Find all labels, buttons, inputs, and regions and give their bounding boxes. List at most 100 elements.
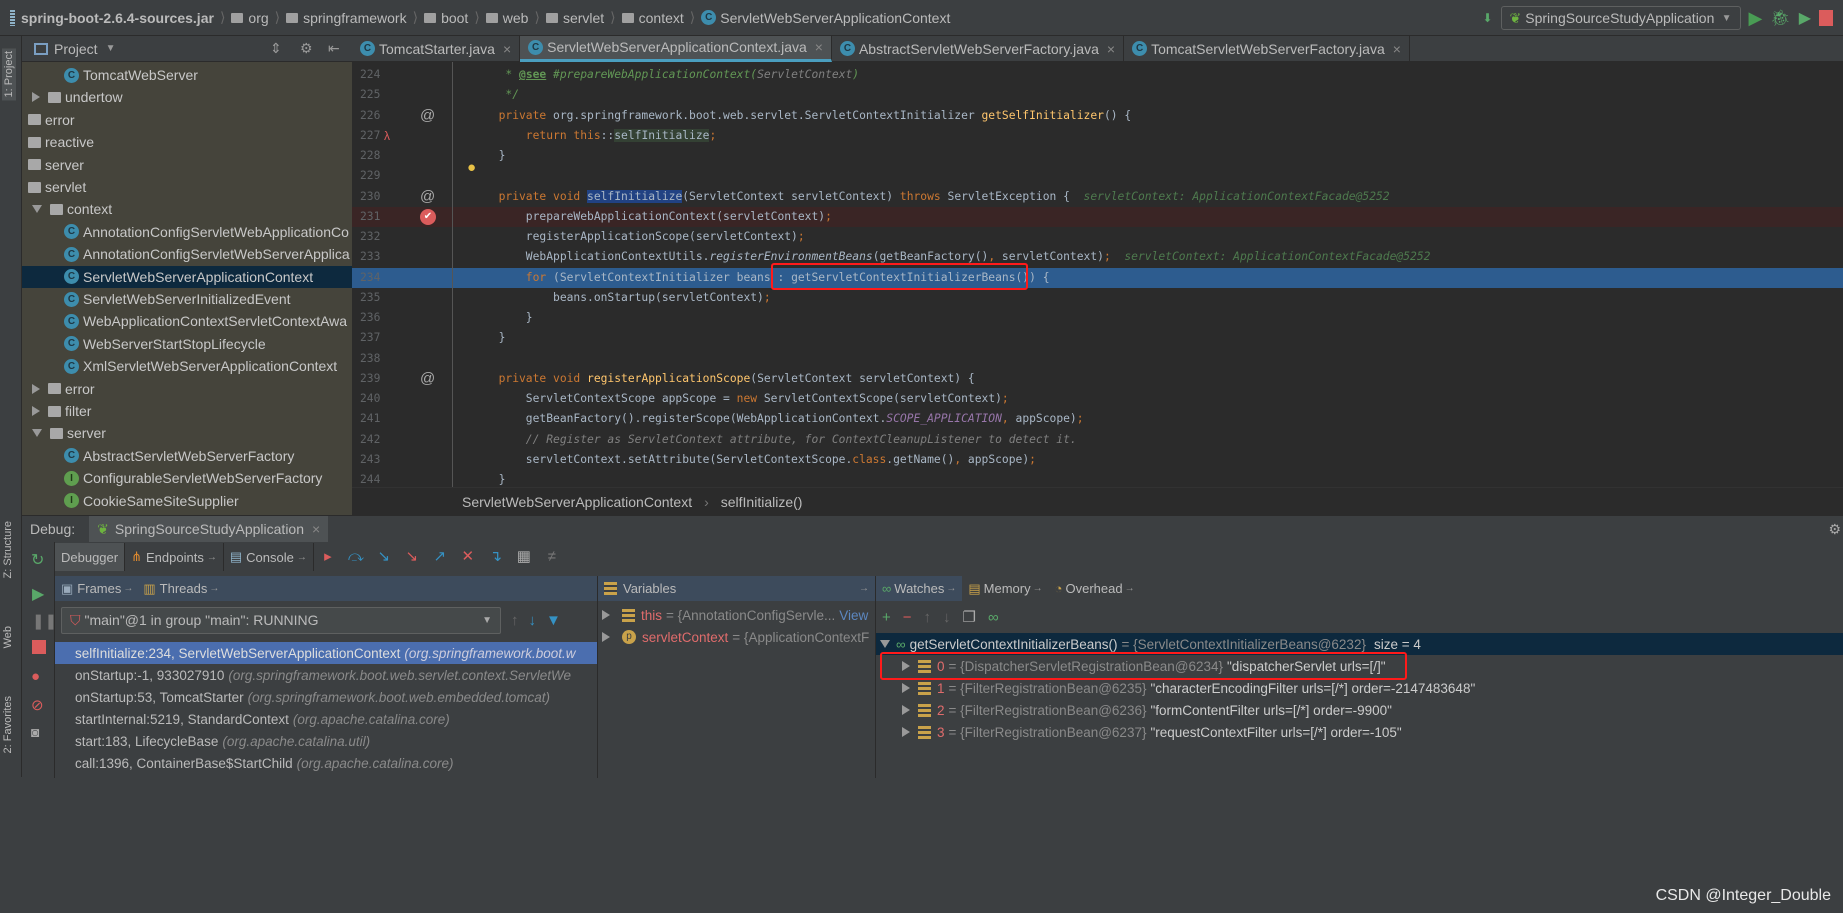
code-line[interactable]: 238 xyxy=(352,349,1843,369)
run-icon[interactable]: ▶ xyxy=(1749,8,1763,29)
override-marker-icon[interactable]: @ xyxy=(420,106,435,126)
breadcrumb-item[interactable]: servlet ⟩ xyxy=(545,9,616,26)
tree-item[interactable]: C ServletWebServerInitializedEvent xyxy=(22,288,352,310)
tree-item[interactable]: servlet xyxy=(22,176,352,198)
variable-row[interactable]: p servletContext = {ApplicationContextF xyxy=(598,626,875,648)
close-icon[interactable]: × xyxy=(1393,41,1401,57)
code-line[interactable]: 229 ● xyxy=(352,159,1843,186)
override-marker-icon[interactable]: @ xyxy=(420,369,435,389)
debug-icon[interactable]: 🐞︎ xyxy=(1770,8,1790,28)
add-watch-icon[interactable]: + xyxy=(882,609,891,626)
tab-debugger[interactable]: Debugger xyxy=(55,543,126,571)
camera-icon[interactable]: ◙ xyxy=(31,724,39,740)
move-up-icon[interactable]: ↑ xyxy=(924,609,932,626)
remove-watch-icon[interactable]: − xyxy=(903,609,912,626)
debug-session-tab[interactable]: ❦ SpringSourceStudyApplication × xyxy=(89,516,329,542)
structure-tool-tab[interactable]: Z: Structure xyxy=(2,521,14,578)
tab-threads[interactable]: ▥ Threads → xyxy=(143,581,219,597)
code-line[interactable]: 233 WebApplicationContextUtils.registerE… xyxy=(352,247,1843,267)
step-out-icon[interactable]: ↗ xyxy=(432,549,448,565)
tree-item[interactable]: C AnnotationConfigServletWebApplicationCo xyxy=(22,221,352,243)
breadcrumb-item[interactable]: web ⟩ xyxy=(485,9,540,26)
code-line[interactable]: 237 } xyxy=(352,328,1843,348)
stack-frame[interactable]: start:183, LifecycleBase (org.apache.cata… xyxy=(55,730,597,752)
tab-overhead[interactable]: ◔ Overhead → xyxy=(1049,581,1141,596)
tree-item[interactable]: C WebServerStartStopLifecycle xyxy=(22,333,352,355)
view-link[interactable]: View xyxy=(839,608,868,623)
tree-item[interactable]: C XmlServletWebServerApplicationContext xyxy=(22,355,352,377)
code-line[interactable]: 228 } xyxy=(352,146,1843,166)
tab-endpoints[interactable]: ⋔ Endpoints → xyxy=(125,543,224,571)
code-line[interactable]: 226 @ private org.springframework.boot.we… xyxy=(352,106,1843,126)
breadcrumb-item[interactable]: org ⟩ xyxy=(231,9,280,26)
tab-servletwebserverapplicationcontext-java[interactable]: C ServletWebServerApplicationContext.java… xyxy=(520,35,832,62)
filter-icon[interactable]: ▼ xyxy=(546,612,561,629)
breadcrumb-method[interactable]: selfInitialize() xyxy=(721,494,803,510)
close-icon[interactable]: × xyxy=(503,41,511,57)
tree-item[interactable]: C AbstractServletWebServerFactory xyxy=(22,445,352,467)
tab-tomcatstarter-java[interactable]: C TomcatStarter.java × xyxy=(352,35,521,62)
stop-icon[interactable] xyxy=(1819,10,1833,26)
step-into-icon[interactable]: ↘ xyxy=(376,549,392,565)
lambda-breakpoint-icon[interactable]: λ xyxy=(384,126,390,146)
breadcrumb-item[interactable]: springframework ⟩ xyxy=(286,9,418,26)
view-breakpoints-icon[interactable]: ● xyxy=(31,668,40,685)
stack-frame[interactable]: selfInitialize:234, ServletWebServerAppl… xyxy=(55,642,597,664)
chevron-down-icon[interactable]: ▼ xyxy=(106,43,116,54)
watches-icon[interactable]: ∞ xyxy=(988,609,999,626)
collapse-all-icon[interactable]: ⇕ xyxy=(270,40,282,57)
stack-frame[interactable]: onStartup:53, TomcatStarter (org.springfr… xyxy=(55,686,597,708)
code-line[interactable]: 239 @ private void registerApplicationSco… xyxy=(352,369,1843,389)
project-view-select[interactable]: Project xyxy=(54,41,98,57)
chevron-down-icon[interactable] xyxy=(32,429,42,438)
step-over-icon[interactable]: ⤼ xyxy=(348,549,364,565)
stack-frame[interactable]: startInternal:5219, StandardContext (org.… xyxy=(55,708,597,730)
code-line[interactable]: 244 } xyxy=(352,470,1843,487)
tree-item[interactable]: context xyxy=(22,198,352,220)
chevron-right-icon[interactable] xyxy=(602,610,610,620)
arrow-down-icon[interactable]: ↓ xyxy=(529,612,537,629)
code-line[interactable]: 235 beans.onStartup(servletContext); xyxy=(352,288,1843,308)
drop-frame-icon[interactable]: ✕ xyxy=(460,549,476,565)
code-line[interactable]: 227 λ return this::selfInitialize; xyxy=(352,126,1843,146)
chevron-right-icon[interactable] xyxy=(32,383,40,394)
close-icon[interactable]: × xyxy=(815,39,823,55)
stack-frame[interactable]: onStartup:-1, 933027910 (org.springframew… xyxy=(55,664,597,686)
tab-console[interactable]: ▤ Console → xyxy=(224,543,314,571)
project-tool-tab[interactable]: 1: Project xyxy=(2,48,16,101)
tree-item[interactable]: reactive xyxy=(22,131,352,153)
resume-icon[interactable]: ▶ xyxy=(32,584,44,604)
tab-frames[interactable]: ▣ Frames → xyxy=(61,581,133,597)
code-line[interactable]: 242 // Register as ServletContext attrib… xyxy=(352,430,1843,450)
settings-icon[interactable]: ⚙ xyxy=(1828,521,1841,538)
tree-item[interactable]: I CookieSameSiteSupplier xyxy=(22,490,352,512)
chevron-right-icon[interactable] xyxy=(902,683,910,693)
variable-row[interactable]: this = {AnnotationConfigServle... View xyxy=(598,604,875,626)
tree-item[interactable]: C ServletWebServerApplicationContext xyxy=(22,265,352,288)
watch-child[interactable]: 1 = {FilterRegistrationBean@6235} "charact… xyxy=(876,677,1843,699)
chevron-right-icon[interactable] xyxy=(32,406,40,416)
code-line[interactable]: 231 ✔ prepareWebApplicationContext(servle… xyxy=(352,206,1843,227)
breadcrumb-item[interactable]: spring-boot-2.6.4-sources.jar ⟩ xyxy=(10,9,225,26)
chevron-right-icon[interactable] xyxy=(902,727,910,737)
breadcrumb-item[interactable]: context ⟩ xyxy=(621,9,695,26)
watch-child[interactable]: 3 = {FilterRegistrationBean@6237} "request… xyxy=(876,721,1843,743)
arrow-up-icon[interactable]: ↑ xyxy=(511,612,519,629)
tab-watches[interactable]: ∞ Watches → xyxy=(876,576,963,601)
mute-breakpoints-icon[interactable]: ⊘ xyxy=(31,696,44,714)
hide-panel-icon[interactable]: ⇤ xyxy=(328,40,340,57)
code-area[interactable]: 224 * @see #prepareWebApplicationContext… xyxy=(352,62,1843,487)
pin-icon[interactable]: → xyxy=(859,583,869,594)
tree-item[interactable]: C AnnotationConfigServletWebServerApplica xyxy=(22,243,352,265)
tab-tomcatservletwebserverfactory-java[interactable]: C TomcatServletWebServerFactory.java × xyxy=(1124,35,1410,62)
lightbulb-icon[interactable]: ● xyxy=(467,158,476,178)
code-line[interactable]: 236 } xyxy=(352,308,1843,328)
code-line[interactable]: 243 servletContext.setAttribute(ServletC… xyxy=(352,450,1843,470)
tab-abstractservletwebserverfactory-java[interactable]: C AbstractServletWebServerFactory.java × xyxy=(832,35,1125,62)
tree-item[interactable]: C TomcatWebServer xyxy=(22,64,352,86)
tree-item[interactable]: C WebApplicationContextServletContextAwa xyxy=(22,310,352,332)
chevron-down-icon[interactable] xyxy=(880,640,890,648)
force-step-into-icon[interactable]: ↘ xyxy=(404,549,420,565)
tree-item[interactable]: undertow xyxy=(22,86,352,108)
trace-stream-icon[interactable]: ≠ xyxy=(544,549,560,565)
